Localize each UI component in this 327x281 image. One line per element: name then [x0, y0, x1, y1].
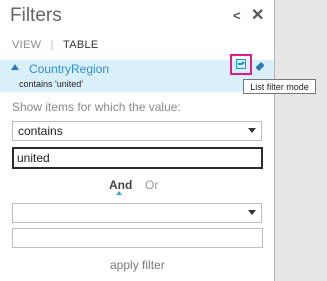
close-icon[interactable]: ✕ [251, 5, 264, 25]
value-input-1[interactable]: united [12, 147, 263, 169]
value-input-2[interactable] [12, 228, 263, 248]
apply-filter-link[interactable]: apply filter [110, 258, 165, 272]
tab-view[interactable]: VIEW [12, 39, 41, 51]
and-option[interactable]: And [109, 178, 132, 192]
filter-mode-icon [236, 59, 246, 69]
tooltip: List filter mode [243, 79, 316, 94]
list-filter-mode-button[interactable] [230, 54, 252, 75]
tabs: VIEW | TABLE [12, 39, 99, 51]
filters-pane: Filters < ✕ VIEW | TABLE CountryRegion c… [0, 0, 275, 281]
expand-triangle-icon[interactable] [11, 64, 19, 70]
selected-marker-icon [116, 191, 122, 195]
pane-title: Filters [10, 5, 62, 26]
condition-select-2[interactable] [12, 203, 262, 223]
tab-table[interactable]: TABLE [63, 39, 99, 51]
condition-select-1[interactable]: contains [12, 121, 262, 141]
condition-select-1-value: contains [18, 124, 63, 138]
or-option[interactable]: Or [145, 178, 158, 192]
value-input-1-text: united [17, 151, 50, 165]
filter-field-name[interactable]: CountryRegion [29, 62, 109, 76]
filter-description: contains 'united' [19, 79, 83, 89]
dropdown-arrow-icon [248, 128, 256, 133]
show-items-label: Show items for which the value: [12, 100, 181, 114]
chevron-left-icon[interactable]: < [233, 8, 241, 23]
dropdown-arrow-icon [248, 210, 256, 215]
tab-separator: | [50, 39, 54, 51]
